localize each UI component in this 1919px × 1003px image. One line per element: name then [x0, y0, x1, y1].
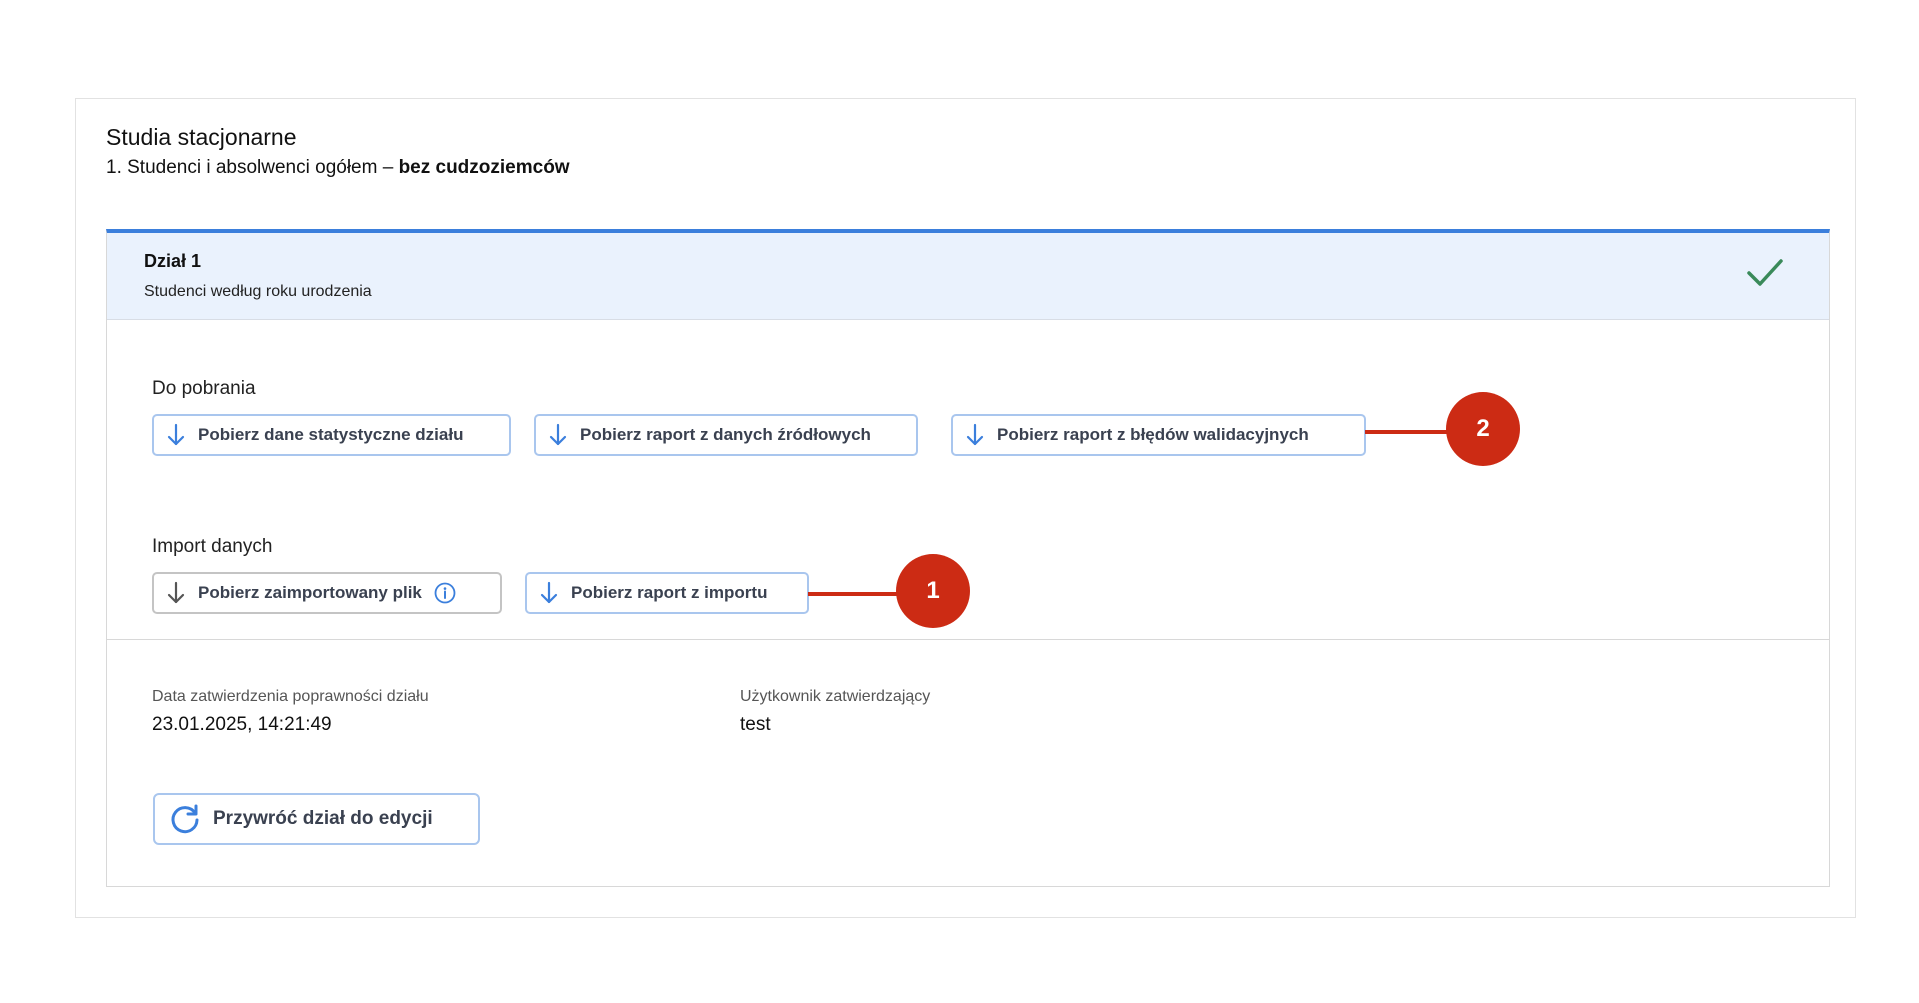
import-label: Import danych	[152, 536, 273, 557]
info-icon[interactable]	[434, 582, 456, 604]
download-import-report-button[interactable]: Pobierz raport z importu	[525, 572, 809, 614]
callout-line-2	[1365, 430, 1451, 434]
arrow-down-icon	[167, 423, 185, 446]
download-source-report-label: Pobierz raport z danych źródłowych	[580, 425, 871, 444]
approval-user-label: Użytkownik zatwierdzający	[740, 688, 931, 705]
section-title: Dział 1	[144, 251, 202, 271]
restore-section-button[interactable]: Przywróć dział do edycji	[153, 793, 480, 845]
section-header[interactable]: Dział 1 Studenci według roku urodzenia	[107, 233, 1829, 320]
downloads-label: Do pobrania	[152, 378, 256, 399]
download-section-stats-button[interactable]: Pobierz dane statystyczne działu	[152, 414, 511, 456]
page-subtitle-prefix: 1. Studenci i absolwenci ogółem –	[106, 157, 399, 178]
approval-date-value: 23.01.2025, 14:21:49	[152, 714, 332, 735]
download-imported-file-label: Pobierz zaimportowany plik	[198, 583, 422, 602]
divider	[107, 639, 1829, 640]
page-title: Studia stacjonarne	[106, 124, 297, 150]
page-subtitle: 1. Studenci i absolwenci ogółem – bez cu…	[106, 157, 570, 179]
callout-badge-1: 1	[896, 554, 970, 628]
approval-date-label: Data zatwierdzenia poprawności działu	[152, 688, 429, 705]
restore-section-label: Przywróć dział do edycji	[213, 808, 433, 829]
download-import-report-label: Pobierz raport z importu	[571, 583, 768, 602]
arrow-down-icon	[966, 423, 984, 446]
approval-user-value: test	[740, 714, 771, 735]
arrow-down-icon	[167, 581, 185, 604]
download-validation-report-label: Pobierz raport z błędów walidacyjnych	[997, 425, 1309, 444]
refresh-icon	[171, 804, 199, 834]
callout-badge-2: 2	[1446, 392, 1520, 466]
callout-line-1	[808, 592, 902, 596]
download-validation-report-button[interactable]: Pobierz raport z błędów walidacyjnych	[951, 414, 1366, 456]
section-panel: Dział 1 Studenci według roku urodzenia D…	[106, 229, 1830, 887]
arrow-down-icon	[549, 423, 567, 446]
download-source-report-button[interactable]: Pobierz raport z danych źródłowych	[534, 414, 918, 456]
arrow-down-icon	[540, 581, 558, 604]
check-icon	[1747, 259, 1783, 286]
page-subtitle-bold: bez cudzoziemców	[398, 157, 570, 178]
download-imported-file-button[interactable]: Pobierz zaimportowany plik	[152, 572, 502, 614]
section-description: Studenci według roku urodzenia	[144, 283, 372, 300]
download-section-stats-label: Pobierz dane statystyczne działu	[198, 425, 464, 444]
